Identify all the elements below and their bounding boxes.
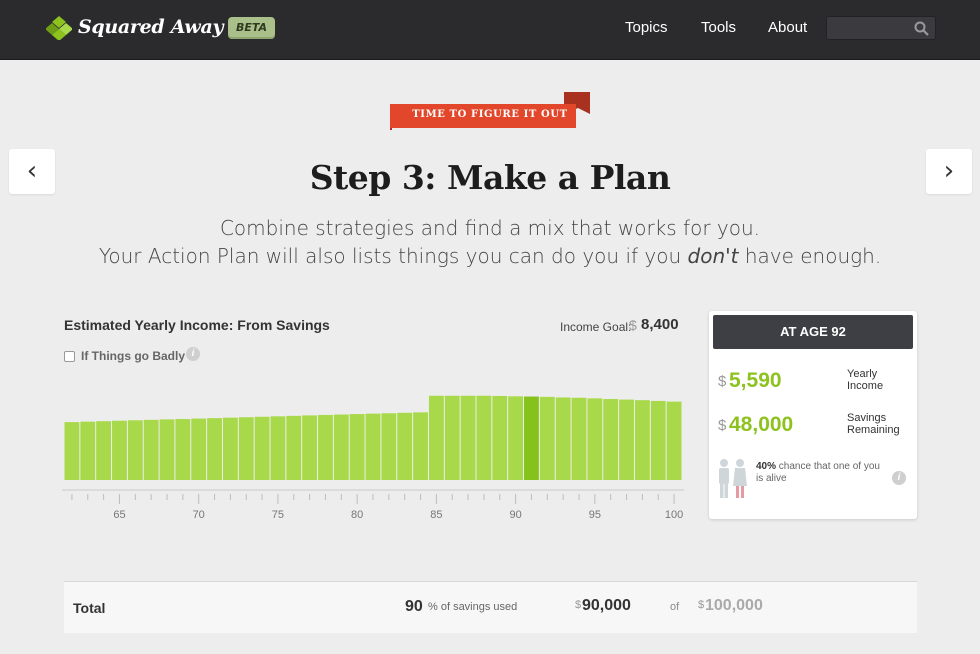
income-goal-value: 8,400 <box>641 316 679 333</box>
x-tick-label: 90 <box>509 509 521 521</box>
chart-bar[interactable] <box>80 421 96 480</box>
income-goal-currency: $ <box>629 317 637 333</box>
chart-bar[interactable] <box>254 416 270 480</box>
chart-bar[interactable] <box>397 412 413 480</box>
savings-remaining-value: 48,000 <box>729 413 794 436</box>
chart-bar[interactable] <box>159 419 175 480</box>
search-input[interactable] <box>826 16 936 40</box>
ribbon-label: TIME TO FIGURE IT OUT <box>412 109 568 120</box>
chart-bar[interactable] <box>191 418 207 480</box>
chart-bar[interactable] <box>286 415 302 480</box>
savings-used-label: % of savings used <box>428 601 518 613</box>
x-tick-label: 80 <box>351 509 363 521</box>
chart-bar[interactable] <box>175 419 191 480</box>
chart-bar[interactable] <box>650 400 666 480</box>
income-bar-chart: 65 70 75 80 85 90 95 100 <box>62 395 684 521</box>
used-currency: $ <box>575 599 582 611</box>
chart-bar[interactable] <box>539 396 555 480</box>
couple-icon <box>719 459 747 498</box>
chart-bar[interactable] <box>127 420 143 480</box>
x-tick-label: 75 <box>272 509 284 521</box>
chart-bar[interactable] <box>302 415 318 480</box>
nav-about[interactable]: About <box>768 19 807 36</box>
chart-bar[interactable] <box>508 396 524 480</box>
income-currency: $ <box>718 373 727 390</box>
nav-topics[interactable]: Topics <box>625 19 668 36</box>
chart-title: Estimated Yearly Income: From Savings <box>64 317 330 333</box>
total-savings-amount: 100,000 <box>705 597 763 614</box>
chart-bar[interactable] <box>666 401 682 480</box>
survival-chance-text: 40% chance that one of you is alive <box>756 461 880 484</box>
chart-bar[interactable] <box>476 395 492 480</box>
chart-bar[interactable] <box>222 417 238 480</box>
info-icon[interactable]: i <box>186 347 200 361</box>
chart-bar[interactable] <box>555 397 571 480</box>
chart-bar[interactable] <box>64 422 80 480</box>
subtitle-line-2: Your Action Plan will also lists things … <box>98 244 882 268</box>
things-go-badly-label[interactable]: If Things go Badly <box>81 349 185 363</box>
page-title: Step 3: Make a Plan <box>309 158 671 197</box>
chart-bar[interactable] <box>112 420 127 480</box>
savings-currency: $ <box>718 417 727 434</box>
income-goal-label: Income Goal: <box>560 320 632 334</box>
subtitle-line-1: Combine strategies and find a mix that w… <box>219 216 761 240</box>
chart-bar[interactable] <box>619 399 634 480</box>
x-tick-label: 65 <box>113 509 125 521</box>
x-tick-label: 95 <box>589 509 601 521</box>
chart-bar[interactable] <box>634 400 650 480</box>
x-tick-label: 100 <box>665 509 683 521</box>
chart-bar[interactable] <box>587 398 603 480</box>
chart-bar[interactable] <box>428 395 444 480</box>
logo-icon[interactable] <box>46 16 72 40</box>
beta-badge: BETA <box>228 17 275 39</box>
x-tick-label: 85 <box>430 509 442 521</box>
x-tick-label: 70 <box>193 509 205 521</box>
chart-bar[interactable] <box>492 395 508 480</box>
available-currency: $ <box>698 599 705 611</box>
chart-bar[interactable] <box>143 419 159 480</box>
age-header: AT AGE 92 <box>713 315 913 349</box>
yearly-income-label: Yearly Income <box>847 368 884 392</box>
chart-bar[interactable] <box>571 397 587 480</box>
info-icon[interactable]: i <box>892 471 906 485</box>
brand-name[interactable]: Squared Away <box>78 16 224 38</box>
chart-bar[interactable] <box>444 395 460 480</box>
chart-bar[interactable] <box>381 413 397 480</box>
yearly-income-value: 5,590 <box>729 369 782 392</box>
chart-bar[interactable] <box>365 413 381 480</box>
chart-bar[interactable] <box>333 414 349 480</box>
chart-bar[interactable] <box>460 395 476 480</box>
top-navbar: Squared Away BETA Topics Tools About <box>0 0 980 60</box>
total-label: Total <box>73 600 106 616</box>
of-label: of <box>670 601 680 613</box>
chart-bar[interactable] <box>318 414 333 480</box>
search-icon[interactable] <box>914 21 929 36</box>
chart-bar[interactable] <box>270 416 286 480</box>
nav-tools[interactable]: Tools <box>701 19 736 36</box>
savings-used-amount: 90,000 <box>582 597 631 614</box>
chart-bar[interactable] <box>603 399 619 480</box>
things-go-badly-checkbox[interactable] <box>64 351 75 362</box>
savings-remaining-label: Savings Remaining <box>847 412 900 436</box>
age-summary-card: AT AGE 92 $ 5,590 Yearly Income $ 48,000 … <box>709 311 917 519</box>
chart-bar[interactable] <box>524 396 539 480</box>
chart-bar[interactable] <box>96 421 112 480</box>
chart-bar[interactable] <box>349 414 365 480</box>
totals-row: Total 90 % of savings used $ 90,000 of $… <box>64 581 917 633</box>
emphasis-dont: don't <box>687 244 739 268</box>
chart-bar[interactable] <box>413 412 428 480</box>
chart-bar[interactable] <box>238 417 254 480</box>
chart-bar[interactable] <box>207 418 222 480</box>
savings-used-percent: 90 <box>405 598 423 615</box>
